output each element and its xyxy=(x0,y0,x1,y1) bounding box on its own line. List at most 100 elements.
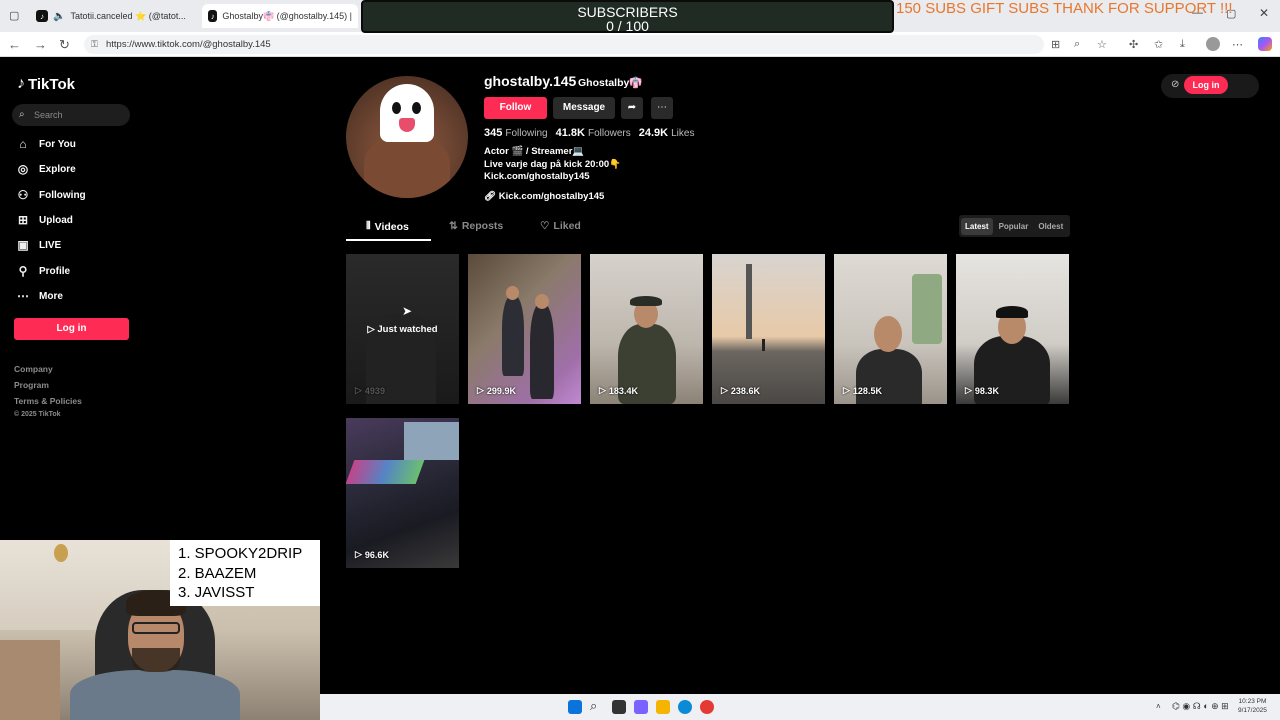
share-icon[interactable]: ➦ xyxy=(621,97,643,119)
favorites-icon[interactable]: ✩ xyxy=(1154,38,1163,51)
edge-icon[interactable] xyxy=(678,700,692,714)
nav-item-upload[interactable]: ⊞ Upload xyxy=(16,210,73,230)
video-card[interactable]: ▷ 128.5K xyxy=(834,254,947,404)
task-view-icon[interactable] xyxy=(612,700,626,714)
compass-icon: ◎ xyxy=(17,162,29,176)
profile-username: ghostalby.145 xyxy=(484,73,577,89)
gift-subs-banner: 150 SUBS GIFT SUBS THANK FOR SUPPORT !!! xyxy=(896,0,1233,17)
home-icon: ⌂ xyxy=(19,137,27,151)
header-login-button[interactable]: Log in xyxy=(1184,76,1228,94)
zoom-icon[interactable]: ⌕ xyxy=(1074,38,1080,51)
video-card[interactable]: ▷ 238.6K xyxy=(712,254,825,404)
windows-taskbar: ⌕ ˄ ⌬ ◉ ☊ ◐ ⊕ ⊞ 10:23 PM 9/17/2025 xyxy=(320,694,1280,720)
video-views: ▷ 98.3K xyxy=(965,385,999,396)
cursor-icon: ➤ xyxy=(402,304,413,318)
downloads-icon[interactable]: ⤓ xyxy=(1180,38,1185,51)
play-icon: ▷ xyxy=(843,385,850,395)
stat-followers[interactable]: 41.8K Followers xyxy=(556,127,631,139)
footer-program[interactable]: Program xyxy=(14,380,49,390)
search-icon: ⌕ xyxy=(19,109,25,120)
tab-reposts[interactable]: ⇅ Reposts xyxy=(449,220,503,232)
profile-link[interactable]: 🔗︎ Kick.com/ghostalby145 xyxy=(484,191,604,202)
tab-actions-icon[interactable]: ▢ xyxy=(9,9,19,22)
forward-icon[interactable]: → xyxy=(34,37,47,52)
apps-icon[interactable]: ⊞ xyxy=(1051,38,1060,51)
footer-terms[interactable]: Terms & Policies xyxy=(14,396,82,406)
video-card[interactable]: ▷ 183.4K xyxy=(590,254,703,404)
streamer-beard xyxy=(132,648,180,672)
bio-line: Actor 🎬 / Streamer💻 xyxy=(484,146,585,157)
refresh-icon[interactable]: ↻ xyxy=(59,37,70,53)
top-gifters-list: 1. SPOOKY2DRIP 2. BAAZEM 3. JAVISST xyxy=(170,540,320,606)
copilot-app-icon[interactable] xyxy=(634,700,648,714)
footer-copyright: © 2025 TikTok xyxy=(14,411,61,418)
nav-item-more[interactable]: ⋯ More xyxy=(16,286,63,306)
extensions-icon[interactable]: ✣ xyxy=(1129,38,1138,51)
profile-nickname: Ghostalby👘 xyxy=(578,77,643,89)
webcam-overlay: 1. SPOOKY2DRIP 2. BAAZEM 3. JAVISST xyxy=(0,540,320,720)
nav-item-live[interactable]: ▣ LIVE xyxy=(16,235,61,255)
nav-item-explore[interactable]: ◎ Explore xyxy=(16,159,76,179)
sort-popular[interactable]: Popular xyxy=(995,218,1033,235)
grid-icon: ⦀ xyxy=(366,220,371,232)
video-views: ▷ 96.6K xyxy=(355,549,389,560)
sort-oldest[interactable]: Oldest xyxy=(1034,218,1067,235)
coins-icon[interactable]: ⊘ xyxy=(1171,79,1179,90)
profile-bio: Actor 🎬 / Streamer💻 Live varje dag på ki… xyxy=(484,146,621,184)
nav-item-profile[interactable]: ⚲ Profile xyxy=(16,261,71,281)
tab-ghostalby[interactable]: ♪ Ghostalby👘 (@ghostalby.145) | xyxy=(202,4,358,28)
tab-liked[interactable]: ♡ Liked xyxy=(540,220,581,232)
copilot-icon[interactable] xyxy=(1258,37,1272,51)
start-icon[interactable] xyxy=(568,700,582,714)
play-icon: ▷ xyxy=(965,385,972,395)
sort-latest[interactable]: Latest xyxy=(961,217,993,235)
active-tab-underline xyxy=(346,239,431,241)
sidebar-login-button[interactable]: Log in xyxy=(14,318,129,340)
play-icon: ▷ xyxy=(599,385,606,395)
tray-icons[interactable]: ⌬ ◉ ☊ ◐ ⊕ ⊞ xyxy=(1172,701,1229,712)
tiktok-note-icon: ♪ xyxy=(17,75,25,92)
nav-label: Following xyxy=(39,189,86,201)
video-card[interactable]: ▷ 98.3K xyxy=(956,254,1069,404)
plus-square-icon: ⊞ xyxy=(17,213,29,227)
tab-tatotii[interactable]: ♪ 🔈 Tatotii.canceled ⭐ (@tatot... xyxy=(30,4,200,28)
tiktok-logo[interactable]: ♪ TikTok xyxy=(17,75,75,93)
back-icon[interactable]: ← xyxy=(8,37,21,52)
file-explorer-icon[interactable] xyxy=(656,700,670,714)
clock-date: 9/17/2025 xyxy=(1238,707,1267,714)
nav-label: Explore xyxy=(39,163,76,175)
video-card[interactable]: ▷ 96.6K xyxy=(346,418,459,568)
more-options-icon[interactable]: ⋯ xyxy=(651,97,673,119)
mute-icon[interactable]: 🔈 xyxy=(53,11,65,22)
footer-company[interactable]: Company xyxy=(14,364,53,374)
favorite-star-icon[interactable]: ☆ xyxy=(1097,38,1107,51)
stat-following[interactable]: 345 Following xyxy=(484,127,548,139)
video-card[interactable]: ➤ ▷ Just watched ▷ 4939 xyxy=(346,254,459,404)
nav-label: For You xyxy=(39,138,76,150)
url-input[interactable]: ⚿ https://www.tiktok.com/@ghostalby.145 xyxy=(84,35,1044,54)
close-icon[interactable]: ✕ xyxy=(1259,6,1269,20)
search-icon[interactable]: ⌕ xyxy=(590,698,597,714)
follow-button[interactable]: Follow xyxy=(484,97,547,119)
video-card[interactable]: ▷ 299.9K xyxy=(468,254,581,404)
play-icon: ▷ xyxy=(477,385,484,395)
nav-label: Profile xyxy=(39,265,71,277)
obs-icon[interactable] xyxy=(700,700,714,714)
url-text: https://www.tiktok.com/@ghostalby.145 xyxy=(106,39,271,50)
play-icon: ▷ xyxy=(355,549,362,559)
gifter-item: 2. BAAZEM xyxy=(178,564,257,582)
gifter-item: 3. JAVISST xyxy=(178,584,255,601)
message-button[interactable]: Message xyxy=(553,97,615,119)
bio-line: Live varje dag på kick 20:00👇 xyxy=(484,158,621,170)
tab-videos[interactable]: ⦀ Videos xyxy=(366,220,409,233)
profile-avatar xyxy=(346,76,468,198)
search-input[interactable]: ⌕ Search xyxy=(12,104,130,126)
sort-toggle: Latest Popular Oldest xyxy=(959,215,1070,237)
system-clock[interactable]: 10:23 PM 9/17/2025 xyxy=(1238,697,1267,715)
nav-item-following[interactable]: ⚇ Following xyxy=(16,185,86,205)
menu-dots-icon[interactable]: ⋯ xyxy=(1232,38,1243,51)
tray-chevron-icon[interactable]: ˄ xyxy=(1156,702,1161,711)
profile-avatar-icon[interactable] xyxy=(1206,37,1220,51)
nav-label: LIVE xyxy=(39,239,62,251)
nav-item-for-you[interactable]: ⌂ For You xyxy=(16,134,76,154)
